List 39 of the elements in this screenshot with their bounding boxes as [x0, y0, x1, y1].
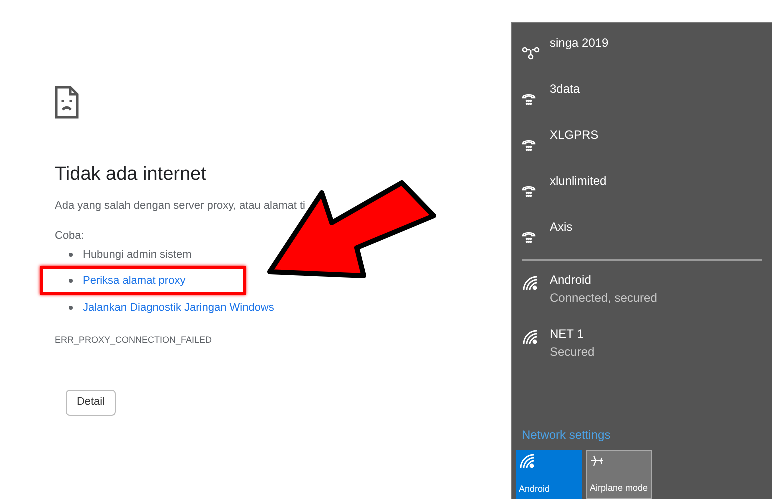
network-name: singa 2019 [550, 36, 609, 50]
dialup-icon [522, 138, 536, 152]
network-item[interactable]: 3data [512, 69, 772, 115]
suggestion-link[interactable]: Jalankan Diagnostik Jaringan Windows [83, 300, 274, 316]
network-item[interactable]: Android Connected, secured [512, 261, 772, 315]
network-name: xlunlimited [550, 174, 607, 188]
network-name: XLGPRS [550, 128, 599, 142]
network-name: 3data [550, 82, 580, 96]
wifi-icon [522, 329, 538, 345]
try-label: Coba: [55, 229, 86, 244]
bullet-icon [69, 306, 73, 310]
error-description: Ada yang salah dengan server proxy, atau alamat ti [55, 198, 307, 214]
network-name: Axis [550, 220, 573, 234]
network-item[interactable]: Axis [512, 207, 772, 253]
network-status: Connected, secured [550, 290, 658, 307]
network-item[interactable]: xlunlimited [512, 161, 772, 207]
sad-page-icon [55, 86, 79, 119]
bullet-icon [69, 279, 73, 284]
network-item[interactable]: XLGPRS [512, 115, 772, 161]
dialup-icon [522, 230, 536, 244]
quick-action-tile[interactable]: Android [516, 450, 582, 499]
error-code: ERR_PROXY_CONNECTION_FAILED [55, 334, 214, 347]
suggestion-link[interactable]: Periksa alamat proxy [83, 273, 186, 290]
network-name: NET 1 [550, 326, 585, 343]
detail-button[interactable]: Detail [66, 390, 116, 416]
network-item[interactable]: NET 1 Secured [512, 315, 772, 369]
suggestion-text: Hubungi admin sistem [83, 248, 192, 262]
network-status: Secured [550, 344, 595, 361]
error-title: Tidak ada internet [55, 163, 208, 187]
dialup-icon [522, 92, 536, 106]
wifi-icon [522, 275, 538, 291]
dialup-icon [522, 184, 536, 198]
bullet-icon [69, 252, 73, 257]
wifi-icon [519, 453, 535, 469]
quick-action-tile[interactable]: Airplane mode [586, 450, 652, 499]
network-name: Android [550, 272, 592, 289]
network-item[interactable]: singa 2019 [512, 23, 772, 69]
airplane-icon [590, 454, 604, 468]
vpn-icon [522, 46, 540, 60]
